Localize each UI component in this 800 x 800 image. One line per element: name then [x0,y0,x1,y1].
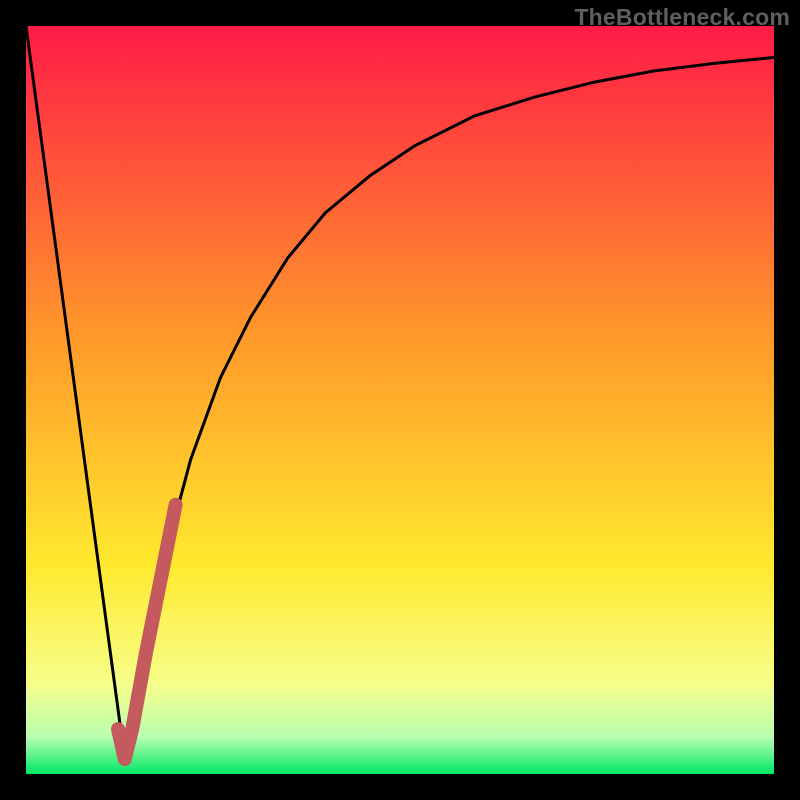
plot-area [26,26,774,774]
chart-frame: TheBottleneck.com [0,0,800,800]
watermark-text: TheBottleneck.com [574,4,790,31]
chart-svg [26,26,774,774]
